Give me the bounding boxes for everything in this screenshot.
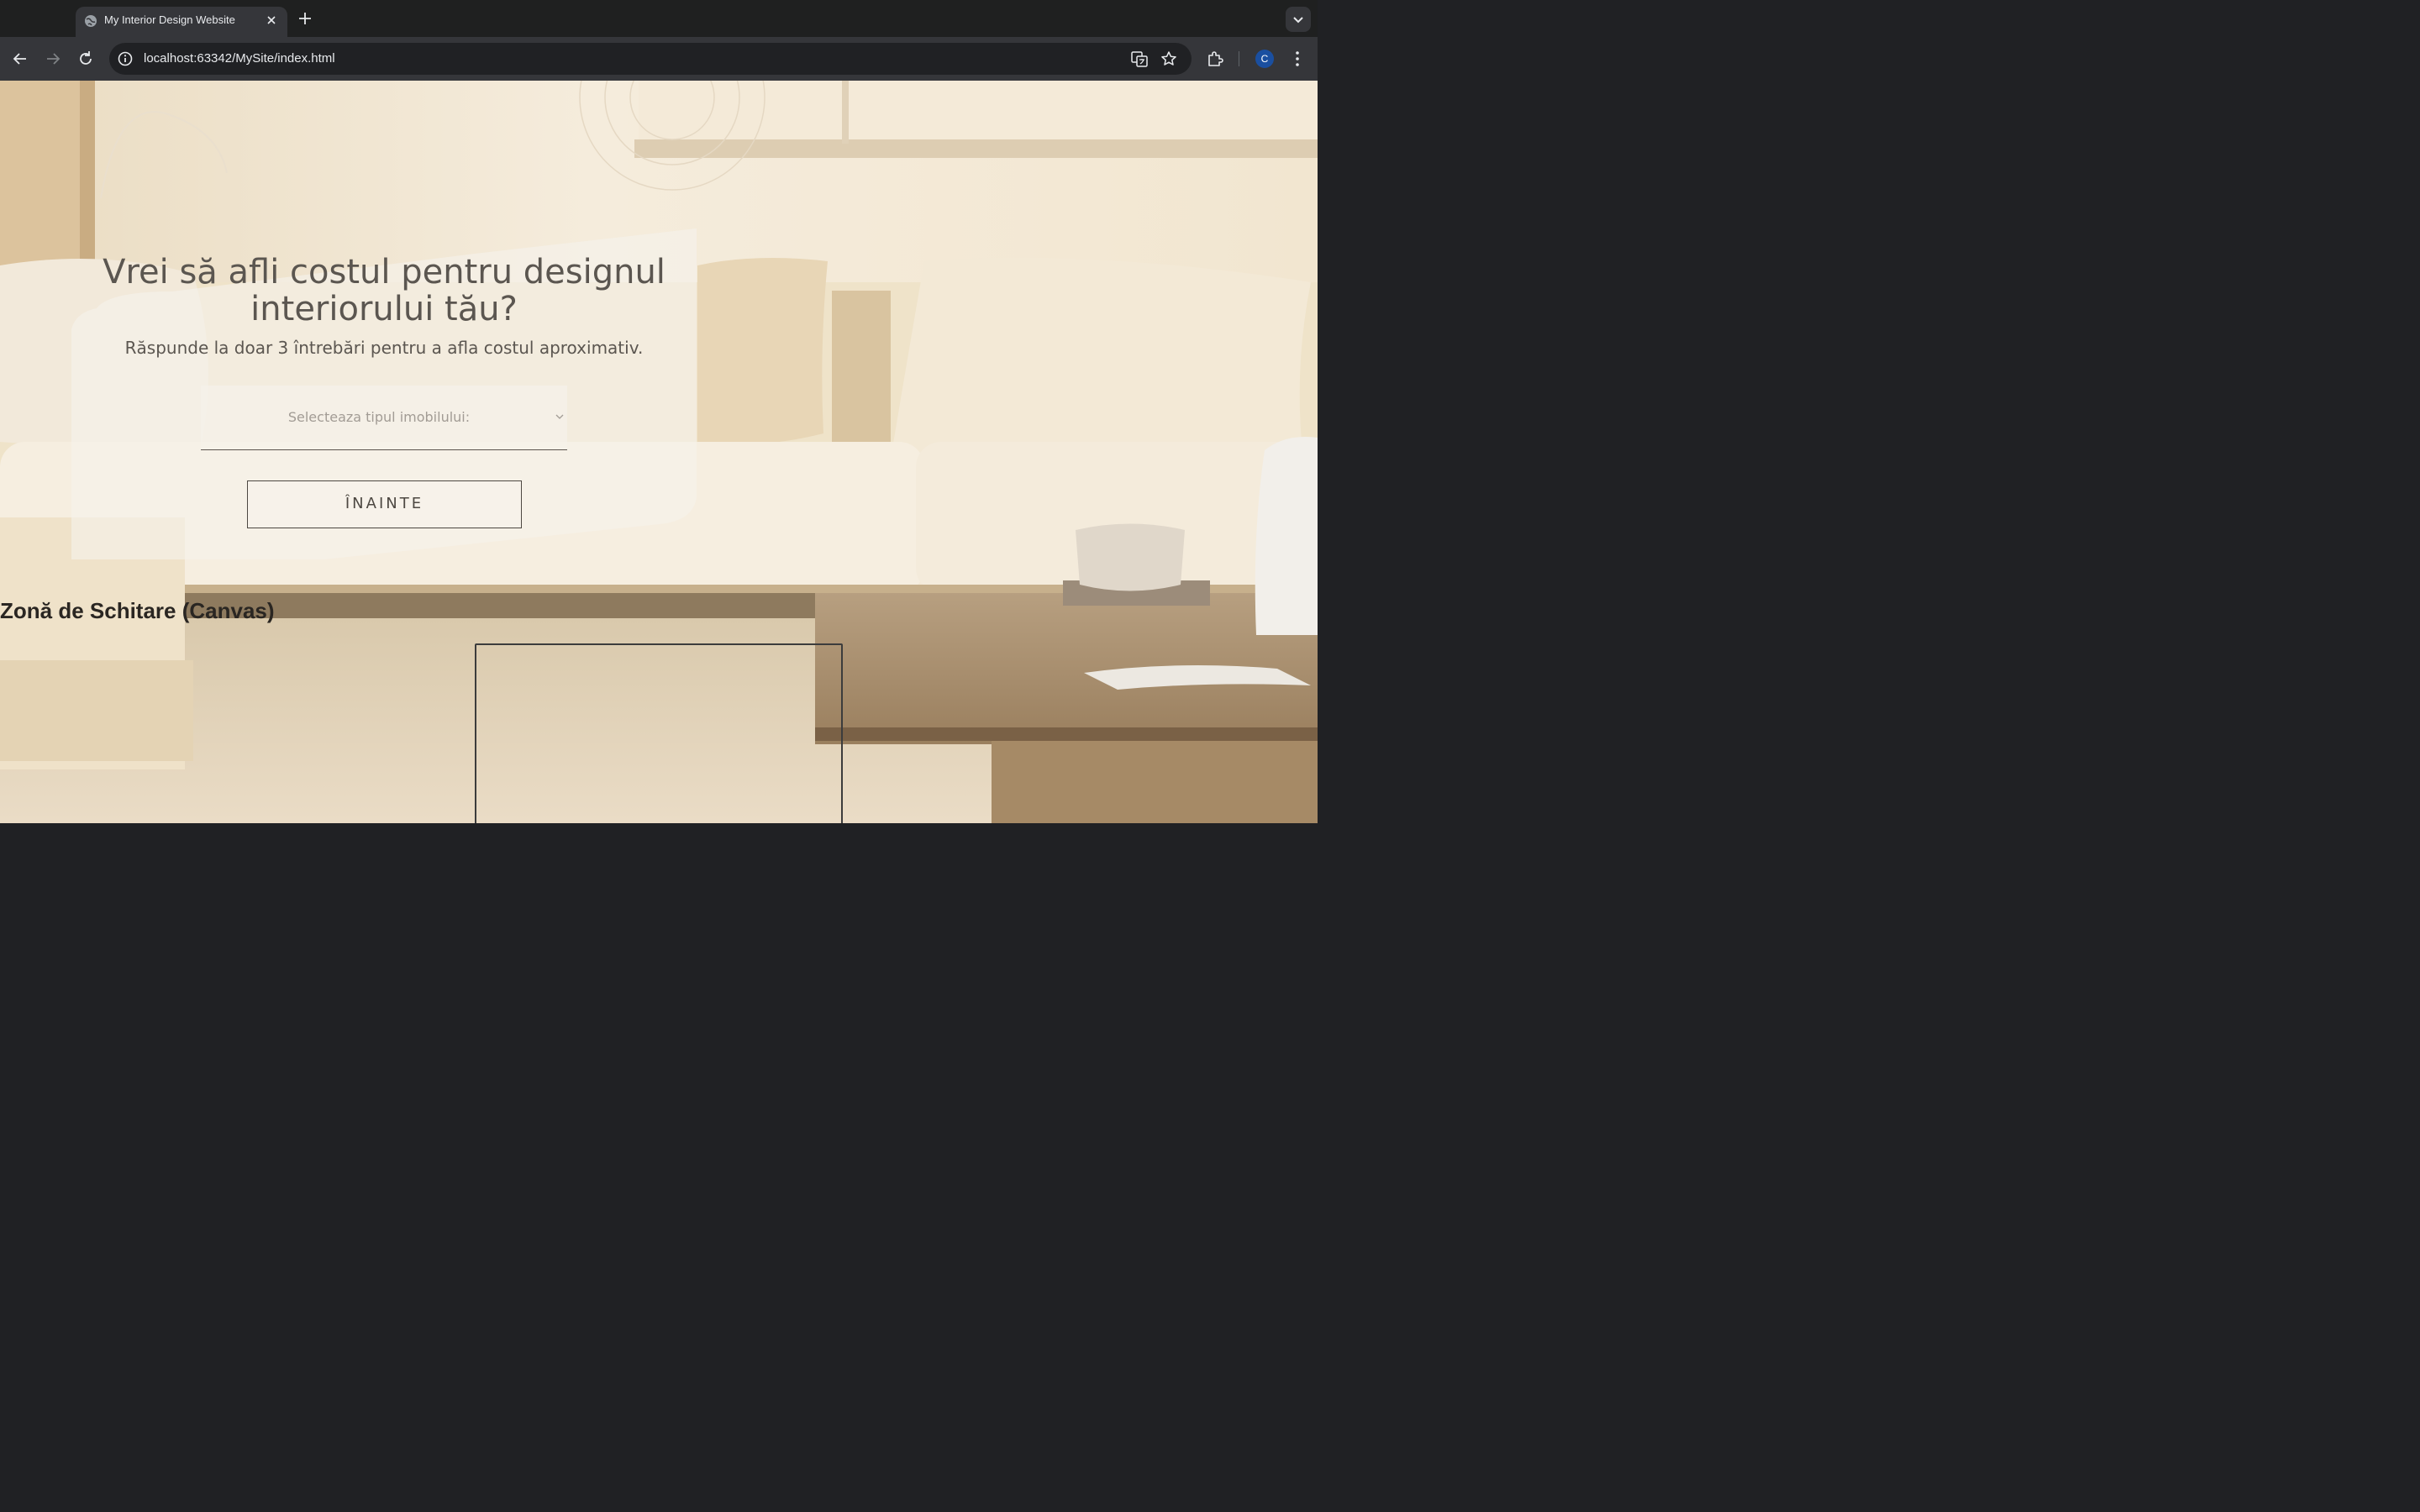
next-button[interactable]: ÎNAINTE: [247, 480, 522, 528]
tab-title: My Interior Design Website: [104, 13, 235, 26]
extensions-icon[interactable]: [1205, 49, 1225, 69]
hero-subtitle: Răspunde la doar 3 întrebări pentru a af…: [124, 338, 644, 358]
forward-icon[interactable]: [42, 48, 64, 70]
browser-toolbar: localhost:63342/MySite/index.html C: [0, 37, 1318, 81]
canvas-section-heading: Zonă de Schitare (Canvas): [0, 598, 275, 623]
address-bar[interactable]: localhost:63342/MySite/index.html: [109, 43, 1192, 75]
profile-avatar[interactable]: C: [1255, 50, 1274, 68]
tab-search-button[interactable]: [1286, 7, 1311, 32]
globe-icon: [85, 15, 97, 27]
translate-icon[interactable]: [1130, 50, 1149, 68]
close-icon[interactable]: [264, 13, 279, 28]
select-placeholder: Selecteaza tipul imobilului:: [287, 409, 471, 425]
back-icon[interactable]: [9, 48, 31, 70]
new-tab-icon[interactable]: [296, 9, 314, 28]
info-icon[interactable]: [117, 50, 134, 67]
browser-tab[interactable]: My Interior Design Website: [76, 7, 287, 37]
chevron-down-icon: [555, 414, 564, 419]
hero-title: Vrei să afli costul pentru designul inte…: [103, 253, 666, 328]
page-viewport: Vrei să afli costul pentru designul inte…: [0, 81, 1318, 823]
reload-icon[interactable]: [75, 48, 97, 70]
sketch-canvas[interactable]: [475, 643, 843, 823]
bookmark-star-icon[interactable]: [1160, 50, 1178, 68]
more-menu-icon[interactable]: [1287, 49, 1307, 69]
url-text: localhost:63342/MySite/index.html: [144, 51, 335, 66]
tab-strip: My Interior Design Website: [0, 0, 1318, 37]
property-type-select[interactable]: Selecteaza tipul imobilului:: [201, 386, 567, 450]
chevron-down-icon: [1293, 17, 1303, 24]
